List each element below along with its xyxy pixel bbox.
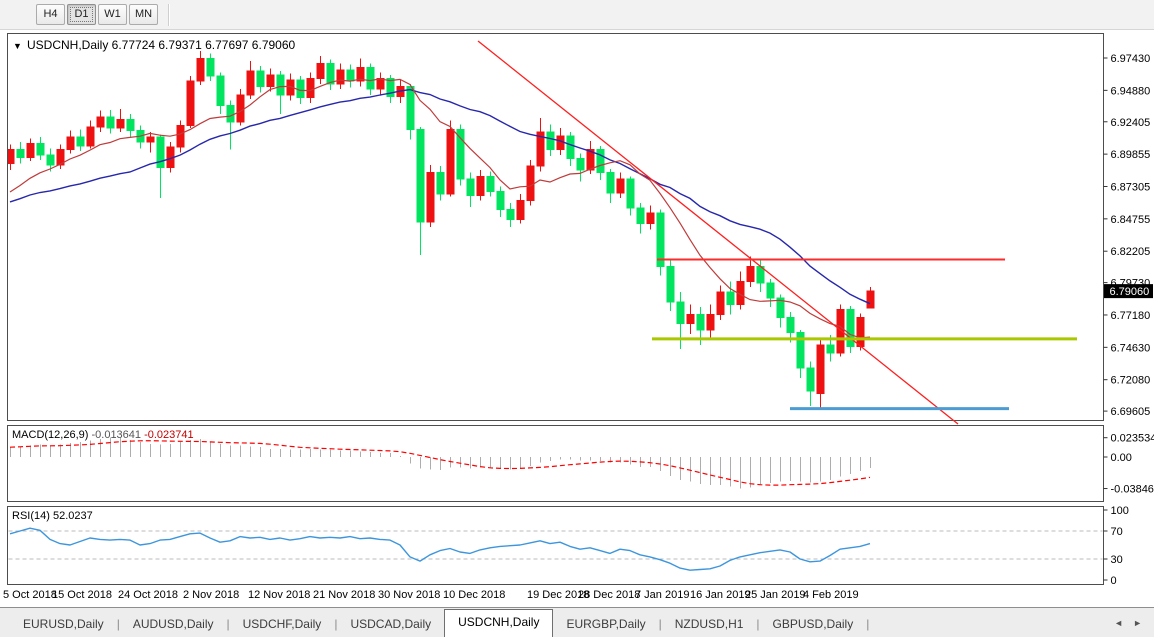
date-tick-label: 5 Oct 2018 (3, 589, 57, 601)
tab-usdchf[interactable]: USDCHF,Daily (230, 612, 335, 637)
timeframe-button-w1[interactable]: W1 (98, 4, 127, 25)
tab-eurusd[interactable]: EURUSD,Daily (10, 612, 117, 637)
price-tick-label: 6.94880 (1111, 85, 1151, 97)
price-tick-label: 6.87305 (1111, 181, 1151, 193)
pane-border-rsi (8, 507, 1104, 585)
date-tick-label: 16 Jan 2019 (690, 589, 751, 601)
price-tick-label: 6.77180 (1111, 310, 1151, 322)
scroll-tabs-left-icon[interactable]: ◄ (1114, 618, 1123, 628)
tab-usdcad[interactable]: USDCAD,Daily (337, 612, 444, 637)
price-tick-label: 6.69605 (1111, 406, 1151, 418)
tab-usdcnh[interactable]: USDCNH,Daily (444, 609, 553, 637)
macd-tick-label: 0.023534 (1111, 433, 1154, 445)
chart-window: ▼ USDCNH,Daily 6.77724 6.79371 6.77697 6.… (0, 30, 1154, 607)
timeframe-button-mn[interactable]: MN (129, 4, 158, 25)
timeframe-button-d1[interactable]: D1 (67, 4, 96, 25)
price-tick-label: 6.82205 (1111, 246, 1151, 258)
timeframe-toolbar: H4D1W1MN (0, 0, 1154, 30)
price-tick-label: 6.97430 (1111, 53, 1151, 65)
date-tick-label: 2 Nov 2018 (183, 589, 239, 601)
price-tick-label: 6.89855 (1111, 149, 1151, 161)
tab-scroll-arrows: ◄ ► (1114, 608, 1154, 637)
rsi-label: RSI(14) 52.0237 (12, 510, 93, 522)
macd-label: MACD(12,26,9) -0.013641 -0.023741 (12, 429, 194, 441)
price-tick-label: 6.72080 (1111, 375, 1151, 387)
rsi-tick-label: 100 (1111, 505, 1129, 517)
date-tick-label: 30 Nov 2018 (378, 589, 440, 601)
price-tick-label: 6.92405 (1111, 117, 1151, 129)
date-tick-label: 10 Dec 2018 (443, 589, 505, 601)
chart-title: ▼ USDCNH,Daily 6.77724 6.79371 6.77697 6.… (13, 38, 296, 52)
tab-nzdusd[interactable]: NZDUSD,H1 (662, 612, 757, 637)
date-tick-label: 7 Jan 2019 (635, 589, 689, 601)
pane-border-main (8, 34, 1104, 421)
chart-tab-bar: EURUSD,Daily|AUDUSD,Daily|USDCHF,Daily|U… (0, 607, 1154, 637)
date-tick-label: 4 Feb 2019 (803, 589, 859, 601)
rsi-tick-label: 70 (1111, 526, 1123, 538)
date-tick-label: 25 Jan 2019 (745, 589, 806, 601)
date-tick-label: 28 Dec 2018 (578, 589, 640, 601)
rsi-tick-label: 0 (1111, 575, 1117, 587)
chart-canvas[interactable]: ▼ USDCNH,Daily 6.77724 6.79371 6.77697 6.… (0, 30, 1154, 607)
macd-tick-label: 0.00 (1111, 452, 1132, 464)
price-tick-label: 6.74630 (1111, 342, 1151, 354)
toolbar-separator (168, 4, 170, 26)
symbol-label: USDCNH,Daily 6.77724 6.79371 6.77697 6.7… (27, 38, 296, 52)
timeframe-button-h4[interactable]: H4 (36, 4, 65, 25)
rsi-tick-label: 30 (1111, 554, 1123, 566)
chart-tabs: EURUSD,Daily|AUDUSD,Daily|USDCHF,Daily|U… (0, 608, 869, 637)
date-tick-label: 21 Nov 2018 (313, 589, 375, 601)
date-tick-label: 24 Oct 2018 (118, 589, 178, 601)
scroll-tabs-right-icon[interactable]: ► (1133, 618, 1142, 628)
mt4-workspace: H4D1W1MN ▼ USDCNH,Daily 6.77724 6.79371 6… (0, 0, 1154, 637)
date-tick-label: 12 Nov 2018 (248, 589, 310, 601)
tab-gbpusd[interactable]: GBPUSD,Daily (760, 612, 867, 637)
date-tick-label: 15 Oct 2018 (52, 589, 112, 601)
tab-separator: | (866, 612, 869, 637)
symbol-dropdown-icon[interactable]: ▼ (13, 41, 22, 51)
current-price-value: 6.79060 (1110, 286, 1150, 298)
tab-eurgbp[interactable]: EURGBP,Daily (553, 612, 658, 637)
price-tick-label: 6.84755 (1111, 214, 1151, 226)
time-axis[interactable]: 5 Oct 201815 Oct 2018 24 Oct 2018 2 Nov 20… (3, 589, 859, 601)
macd-tick-label: -0.038466 (1111, 484, 1154, 496)
tab-audusd[interactable]: AUDUSD,Daily (120, 612, 227, 637)
